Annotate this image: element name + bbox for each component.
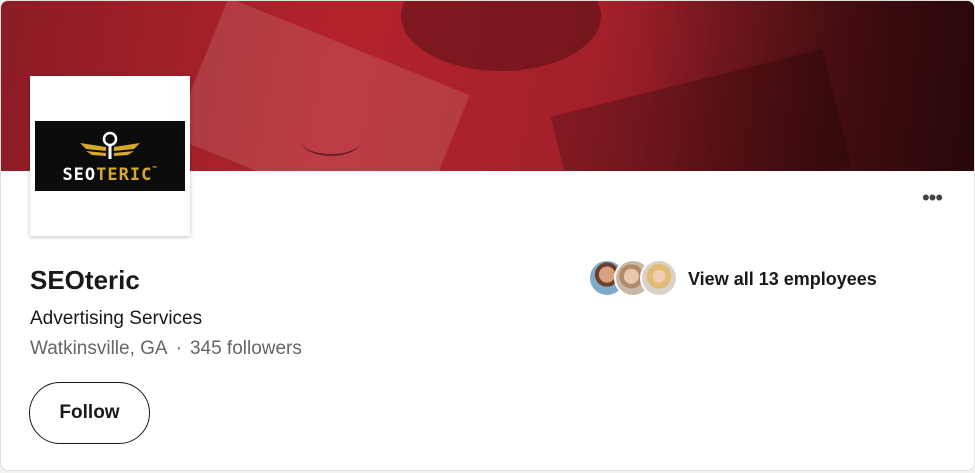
cover-shade xyxy=(641,1,974,171)
follow-button[interactable]: Follow xyxy=(29,382,150,444)
winged-emblem-icon xyxy=(80,131,140,159)
avatar xyxy=(640,259,678,297)
company-location: Watkinsville, GA xyxy=(30,338,168,359)
company-logo[interactable]: SEOTERIC™ xyxy=(30,76,190,236)
company-followers[interactable]: 345 followers xyxy=(190,338,302,359)
more-options-button[interactable]: ••• xyxy=(915,187,949,211)
employee-avatars xyxy=(588,259,680,299)
logo-background: SEOTERIC™ xyxy=(35,121,185,191)
more-horizontal-icon: ••• xyxy=(921,185,943,210)
view-employees-label: View all 13 employees xyxy=(688,268,877,289)
logo-wordmark: SEOTERIC™ xyxy=(62,165,158,185)
view-employees-link[interactable]: View all 13 employees xyxy=(588,259,877,299)
company-industry: Advertising Services xyxy=(30,308,203,329)
meta-separator: · xyxy=(175,338,182,359)
company-meta: Watkinsville, GA · 345 followers xyxy=(30,338,302,360)
company-name: SEOteric xyxy=(30,265,140,295)
company-header-card: SEOTERIC™ ••• SEOteric Advertising Servi… xyxy=(0,0,975,471)
cover-scribble-shape xyxy=(301,126,361,156)
cover-hand-shape xyxy=(401,1,601,71)
